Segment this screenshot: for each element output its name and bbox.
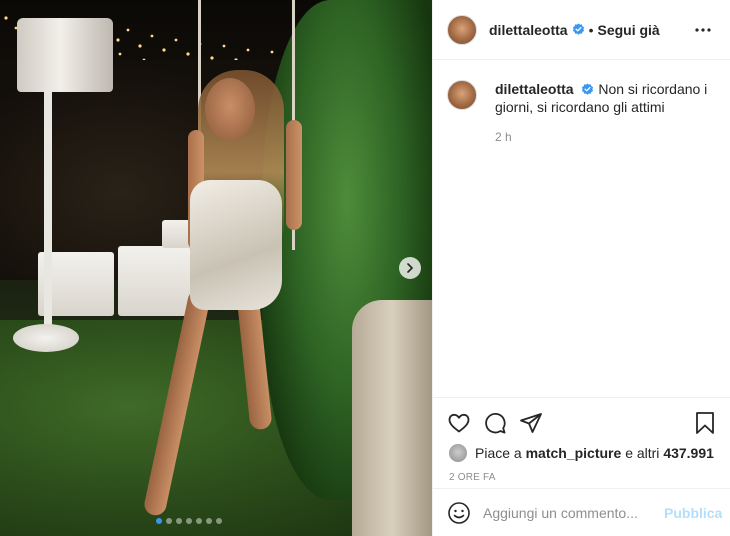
emoji-button[interactable]: [447, 500, 471, 526]
likes-prefix: Piace a: [475, 445, 522, 461]
post-image[interactable]: [0, 0, 432, 536]
bookmark-icon: [696, 412, 714, 434]
heart-icon: [448, 413, 470, 433]
action-bar: [433, 398, 730, 440]
post-caption: dilettaleotta Non si ricordano i giorni,…: [447, 80, 717, 146]
more-options-button[interactable]: [691, 18, 715, 42]
share-button[interactable]: [517, 409, 545, 437]
comment-input[interactable]: [483, 504, 664, 521]
add-comment-bar: Pubblica: [433, 488, 730, 536]
save-button[interactable]: [691, 409, 719, 437]
likes-summary: Piace a match_picture e altri 437.991: [433, 440, 730, 462]
carousel-dot: [166, 518, 172, 524]
white-pouf: [118, 246, 190, 316]
likes-count-link[interactable]: 437.991: [663, 445, 714, 461]
separator-bullet: •: [588, 21, 594, 38]
liker-avatar[interactable]: [449, 444, 467, 462]
share-icon: [520, 413, 542, 433]
post-header: dilettaleotta • Segui già: [433, 0, 730, 60]
tree-trunk: [352, 300, 432, 536]
sequin-dress: [190, 180, 282, 310]
verified-badge-icon: [572, 23, 584, 35]
post-actions-section: Piace a match_picture e altri 437.991 2 …: [433, 397, 730, 483]
floor-lamp-shade: [17, 18, 113, 92]
caption-timestamp[interactable]: 2 h: [495, 128, 717, 146]
verified-badge-icon: [582, 83, 594, 95]
following-button[interactable]: Segui già: [597, 22, 659, 38]
floor-lamp-pole: [44, 90, 52, 330]
publish-button[interactable]: Pubblica: [664, 505, 722, 521]
carousel-dot: [186, 518, 192, 524]
carousel-dot: [216, 518, 222, 524]
carousel-dots: [156, 518, 222, 524]
carousel-dot: [206, 518, 212, 524]
caption-avatar[interactable]: [447, 80, 477, 110]
like-button[interactable]: [445, 409, 473, 437]
carousel-dot: [156, 518, 162, 524]
floor-lamp-base: [13, 324, 79, 352]
carousel-next-button[interactable]: [399, 257, 421, 279]
more-options-icon: [695, 27, 711, 32]
emoji-icon: [448, 501, 470, 524]
caption-body: dilettaleotta Non si ricordano i giorni,…: [495, 80, 717, 146]
caption-username-link[interactable]: dilettaleotta: [495, 81, 574, 97]
comment-icon: [485, 412, 506, 434]
instagram-post: dilettaleotta • Segui già dilettaleotta: [0, 0, 730, 536]
likes-middle: e altri: [625, 445, 660, 461]
carousel-dot: [196, 518, 202, 524]
arm-right: [286, 120, 302, 230]
liker-username-link[interactable]: match_picture: [526, 445, 622, 461]
head: [205, 78, 255, 140]
chevron-right-icon: [407, 263, 413, 273]
header-user: dilettaleotta • Segui già: [489, 22, 691, 38]
carousel-dot: [176, 518, 182, 524]
comment-button[interactable]: [481, 409, 509, 437]
username-link[interactable]: dilettaleotta: [489, 22, 568, 38]
post-timestamp[interactable]: 2 ORE FA: [433, 462, 730, 483]
avatar[interactable]: [447, 14, 477, 45]
post-sidebar: dilettaleotta • Segui già dilettaleotta: [432, 0, 730, 536]
